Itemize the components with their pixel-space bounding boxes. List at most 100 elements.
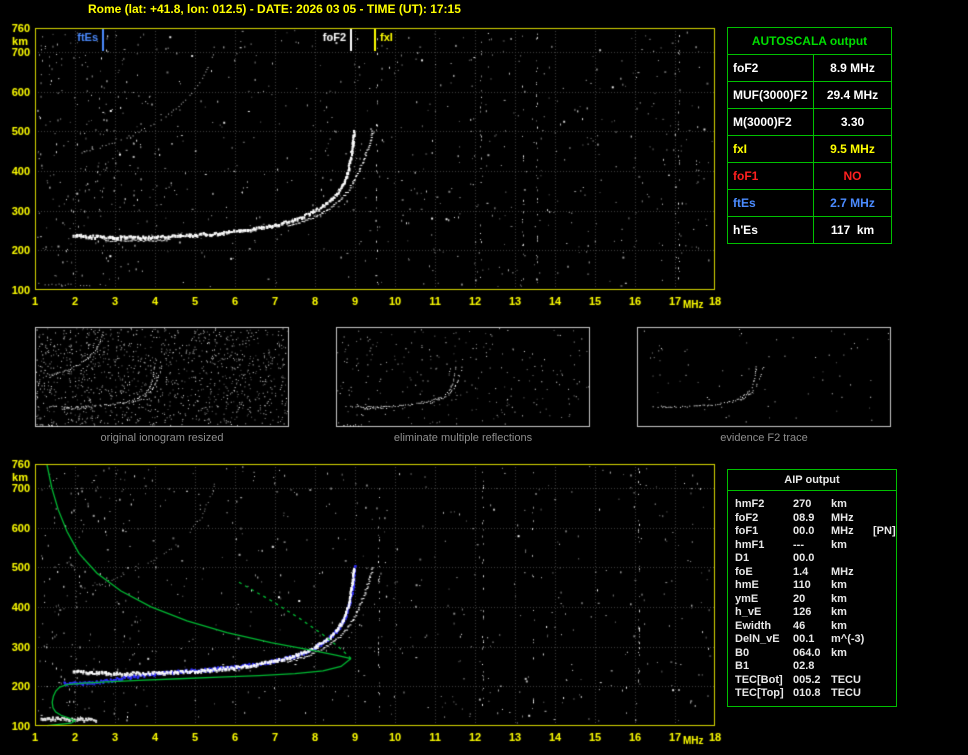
param-name: h_vE — [735, 606, 793, 620]
param-unit: km — [831, 606, 873, 620]
param-name: TEC[Bot] — [735, 674, 793, 688]
param-extra: [PN] — [873, 525, 896, 539]
param-value: 46 — [793, 620, 831, 634]
station-date-title: Rome (lat: +41.8, lon: 012.5) - DATE: 20… — [88, 2, 461, 16]
param-unit: km — [831, 579, 873, 593]
param-unit: km — [831, 647, 873, 661]
param-value: 00.0 — [793, 525, 831, 539]
thumbnail-caption-eliminate: eliminate multiple reflections — [336, 432, 590, 444]
table-row: ftEs 2.7 MHz — [728, 189, 891, 216]
param-unit: TECU — [831, 687, 873, 701]
param-name: B1 — [735, 660, 793, 674]
param-unit: MHz — [831, 525, 873, 539]
param-name: TEC[Top] — [735, 687, 793, 701]
param-name: ymE — [735, 593, 793, 607]
param-unit — [831, 660, 873, 674]
param-unit: km — [831, 498, 873, 512]
param-name: DelN_vE — [735, 633, 793, 647]
param-value: 126 — [793, 606, 831, 620]
autoscala-output-panel: AUTOSCALA output foF2 8.9 MHz MUF(3000)F… — [727, 27, 892, 244]
aip-panel-title: AIP output — [728, 470, 896, 491]
param-label: MUF(3000)F2 — [728, 82, 814, 108]
aip-row: hmE110km — [728, 579, 896, 593]
aip-row: D100.0 — [728, 552, 896, 566]
param-extra — [873, 620, 896, 634]
param-label: M(3000)F2 — [728, 109, 814, 135]
aip-row: h_vE126km — [728, 606, 896, 620]
thumbnail-caption-evidence: evidence F2 trace — [637, 432, 891, 444]
param-unit: MHz — [831, 512, 873, 526]
param-extra — [873, 579, 896, 593]
param-value: 2.7 MHz — [814, 190, 891, 216]
param-value: NO — [814, 163, 891, 189]
autoscala-panel-title: AUTOSCALA output — [728, 28, 891, 55]
param-extra — [873, 552, 896, 566]
param-label: h'Es — [728, 217, 814, 243]
param-extra — [873, 512, 896, 526]
param-extra — [873, 593, 896, 607]
table-row: MUF(3000)F2 29.4 MHz — [728, 81, 891, 108]
param-value: 005.2 — [793, 674, 831, 688]
param-label: ftEs — [728, 190, 814, 216]
param-value: 117 km — [814, 217, 891, 243]
aip-row: B0064.0km — [728, 647, 896, 661]
param-value: 02.8 — [793, 660, 831, 674]
param-unit — [831, 552, 873, 566]
param-extra — [873, 633, 896, 647]
param-extra — [873, 539, 896, 553]
aip-row: TEC[Top]010.8TECU — [728, 687, 896, 701]
param-label: foF2 — [728, 55, 814, 81]
param-value: 3.30 — [814, 109, 891, 135]
table-row: fxI 9.5 MHz — [728, 135, 891, 162]
param-value: 00.1 — [793, 633, 831, 647]
param-name: foE — [735, 566, 793, 580]
param-name: hmF1 — [735, 539, 793, 553]
param-name: B0 — [735, 647, 793, 661]
param-name: Ewidth — [735, 620, 793, 634]
param-label: fxI — [728, 136, 814, 162]
aip-output-panel: AIP output hmF2270km foF208.9MHz foF100.… — [727, 469, 897, 707]
param-unit: km — [831, 620, 873, 634]
param-extra — [873, 566, 896, 580]
param-extra — [873, 687, 896, 701]
aip-row: foF100.0MHz[PN] — [728, 525, 896, 539]
param-value: 20 — [793, 593, 831, 607]
table-row: foF2 8.9 MHz — [728, 55, 891, 81]
aip-row: DelN_vE00.1m^(-3) — [728, 633, 896, 647]
param-unit: km — [831, 593, 873, 607]
aip-row: hmF2270km — [728, 498, 896, 512]
param-extra — [873, 660, 896, 674]
param-unit: m^(-3) — [831, 633, 873, 647]
autoscala-app-window: Rome (lat: +41.8, lon: 012.5) - DATE: 20… — [0, 0, 968, 755]
param-unit: MHz — [831, 566, 873, 580]
aip-row: B102.8 — [728, 660, 896, 674]
param-name: foF2 — [735, 512, 793, 526]
param-name: foF1 — [735, 525, 793, 539]
param-value: 8.9 MHz — [814, 55, 891, 81]
table-row: M(3000)F2 3.30 — [728, 108, 891, 135]
param-label: foF1 — [728, 163, 814, 189]
param-extra — [873, 606, 896, 620]
param-value: 29.4 MHz — [814, 82, 891, 108]
aip-row: foE1.4MHz — [728, 566, 896, 580]
aip-row: TEC[Bot]005.2TECU — [728, 674, 896, 688]
param-value: --- — [793, 539, 831, 553]
aip-row: Ewidth46km — [728, 620, 896, 634]
param-name: hmF2 — [735, 498, 793, 512]
param-value: 010.8 — [793, 687, 831, 701]
aip-row: hmF1---km — [728, 539, 896, 553]
param-extra — [873, 674, 896, 688]
param-value: 270 — [793, 498, 831, 512]
param-extra — [873, 647, 896, 661]
param-value: 00.0 — [793, 552, 831, 566]
param-unit: km — [831, 539, 873, 553]
aip-parameter-list: hmF2270km foF208.9MHz foF100.0MHz[PN] hm… — [728, 498, 896, 701]
aip-row: foF208.9MHz — [728, 512, 896, 526]
param-name: hmE — [735, 579, 793, 593]
table-row: foF1 NO — [728, 162, 891, 189]
param-value: 064.0 — [793, 647, 831, 661]
param-value: 1.4 — [793, 566, 831, 580]
param-value: 08.9 — [793, 512, 831, 526]
param-extra — [873, 498, 896, 512]
table-row: h'Es 117 km — [728, 216, 891, 243]
